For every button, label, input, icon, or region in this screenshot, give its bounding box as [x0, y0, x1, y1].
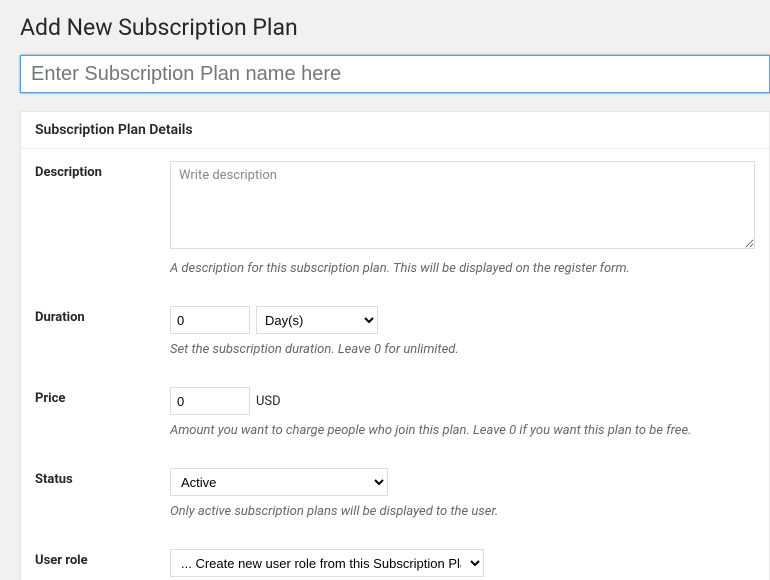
price-content: USD Amount you want to charge people who…: [170, 387, 755, 438]
status-row: Status ActiveInactive Only active subscr…: [35, 468, 755, 519]
user-role-row: User role ... Create new user role from …: [35, 549, 755, 580]
duration-content: Day(s)Week(s)Month(s)Year(s) Set the sub…: [170, 306, 755, 357]
status-help: Only active subscription plans will be d…: [170, 504, 755, 519]
price-currency: USD: [256, 394, 281, 409]
price-row: Price USD Amount you want to charge peop…: [35, 387, 755, 438]
user-role-content: ... Create new user role from this Subsc…: [170, 549, 755, 580]
status-label: Status: [35, 468, 170, 487]
duration-label: Duration: [35, 306, 170, 325]
duration-controls: Day(s)Week(s)Month(s)Year(s): [170, 306, 755, 334]
plan-title-input[interactable]: [20, 55, 770, 93]
details-panel-title: Subscription Plan Details: [21, 112, 769, 149]
user-role-label: User role: [35, 549, 170, 568]
price-label: Price: [35, 387, 170, 406]
details-panel: Subscription Plan Details Description A …: [20, 111, 770, 580]
description-content: A description for this subscription plan…: [170, 161, 755, 276]
user-role-select[interactable]: ... Create new user role from this Subsc…: [170, 549, 484, 577]
page-title: Add New Subscription Plan: [20, 14, 770, 41]
admin-wrap: Add New Subscription Plan Subscription P…: [0, 0, 770, 580]
duration-help: Set the subscription duration. Leave 0 f…: [170, 342, 755, 357]
duration-row: Duration Day(s)Week(s)Month(s)Year(s) Se…: [35, 306, 755, 357]
duration-input[interactable]: [170, 306, 250, 334]
description-label: Description: [35, 161, 170, 180]
status-content: ActiveInactive Only active subscription …: [170, 468, 755, 519]
details-panel-body: Description A description for this subsc…: [21, 149, 769, 580]
price-help: Amount you want to charge people who joi…: [170, 423, 755, 438]
status-select[interactable]: ActiveInactive: [170, 468, 388, 496]
price-input[interactable]: [170, 387, 250, 415]
description-textarea[interactable]: [170, 161, 755, 249]
title-input-wrap: [20, 55, 770, 93]
description-row: Description A description for this subsc…: [35, 161, 755, 276]
duration-unit-select[interactable]: Day(s)Week(s)Month(s)Year(s): [256, 306, 378, 334]
price-controls: USD: [170, 387, 755, 415]
description-help: A description for this subscription plan…: [170, 261, 755, 276]
